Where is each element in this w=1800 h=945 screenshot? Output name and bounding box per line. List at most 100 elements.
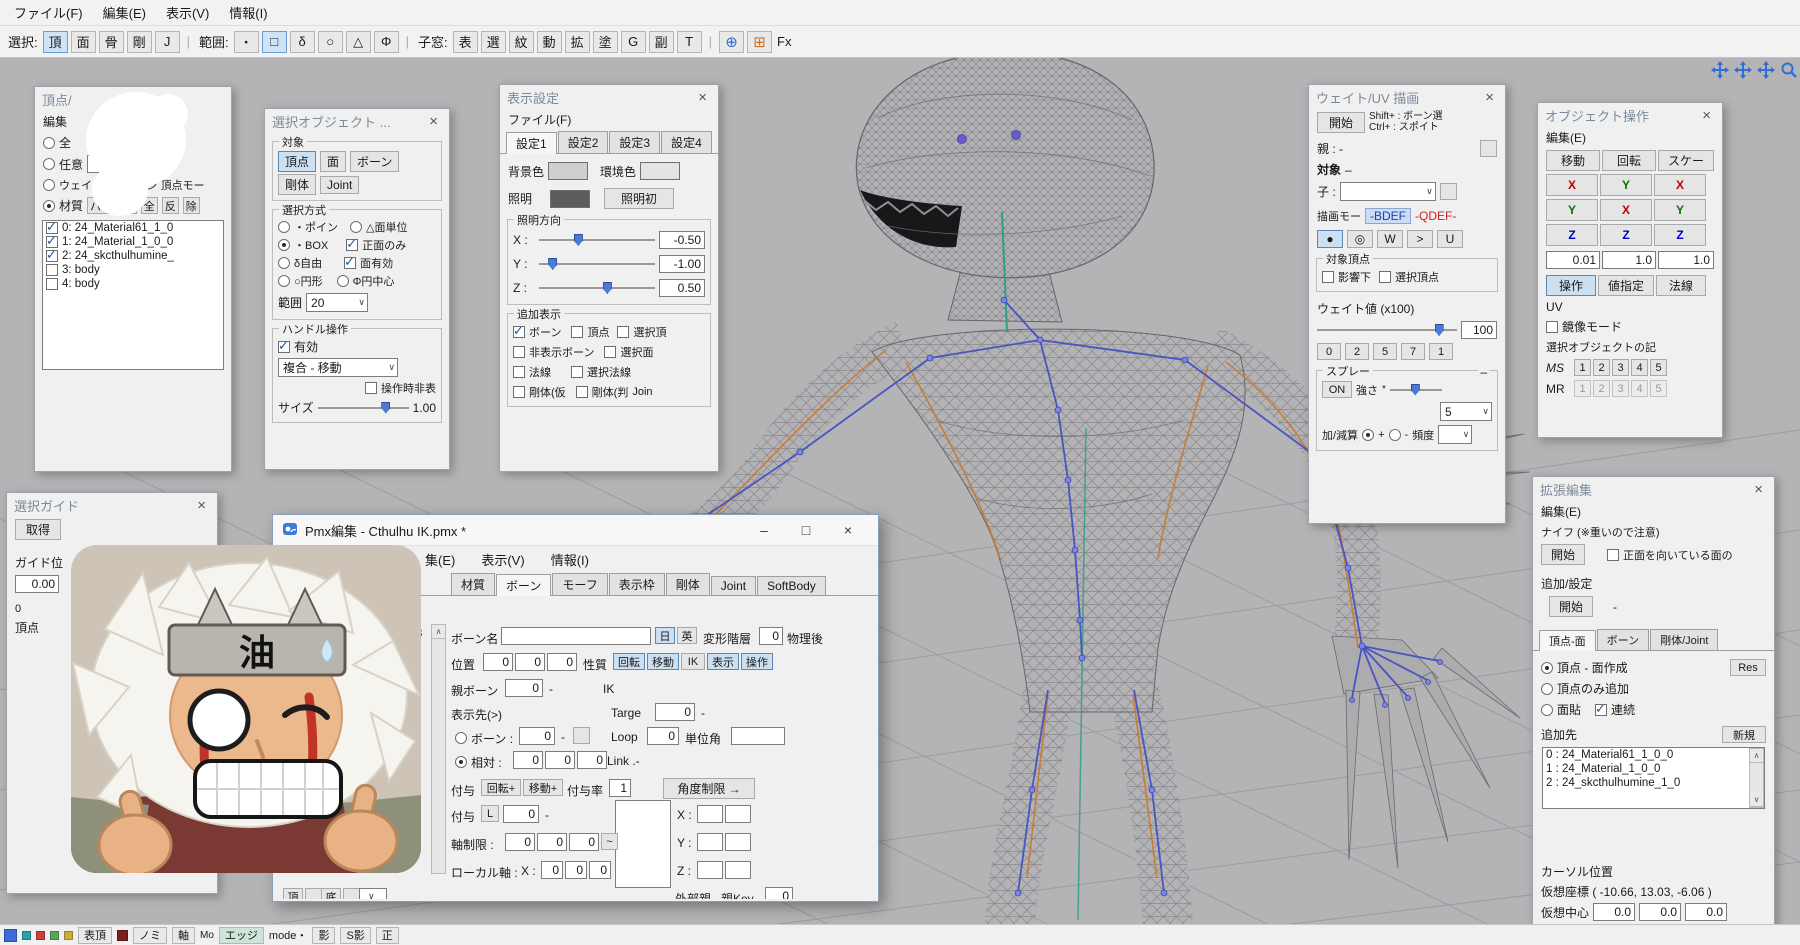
l-button[interactable]: L [481, 805, 499, 822]
freq-combo[interactable]: ∨ [1438, 425, 1472, 444]
light-color-swatch[interactable] [550, 190, 590, 208]
tab-rigid[interactable]: 剛体 [666, 573, 710, 595]
status-axis-button[interactable]: 軸 [172, 927, 195, 944]
select-face-button[interactable]: 面 [71, 31, 96, 53]
mr-3-button[interactable]: 3 [1612, 380, 1629, 397]
target-face-button[interactable]: 面 [320, 151, 346, 172]
display-bone-radio[interactable] [455, 732, 467, 744]
preset-100-button[interactable]: 1 [1429, 343, 1453, 360]
close-icon[interactable]: × [425, 113, 442, 130]
face-paste-radio[interactable] [1541, 704, 1553, 716]
tab-morph[interactable]: モーフ [552, 573, 607, 595]
tab-settings2[interactable]: 設定2 [558, 131, 609, 153]
fx-label[interactable]: Fx [777, 34, 791, 49]
spray-on-button[interactable]: ON [1322, 381, 1352, 398]
bg-color-swatch[interactable] [548, 162, 588, 180]
ik-z-high-field[interactable] [725, 861, 751, 879]
brush-point-button[interactable]: ● [1317, 230, 1343, 248]
target-rigid-button[interactable]: 剛体 [278, 174, 316, 195]
range-free-button[interactable]: δ [290, 31, 315, 53]
continuous-checkbox[interactable] [1595, 704, 1607, 716]
ms-5-button[interactable]: 5 [1650, 359, 1667, 376]
pmx-menu-info[interactable]: 情報(I) [551, 550, 589, 569]
maximize-button[interactable]: □ [785, 515, 827, 545]
select-joint-button[interactable]: J [155, 31, 180, 53]
pan-icon[interactable] [1710, 60, 1730, 80]
influence-checkbox[interactable] [1322, 271, 1334, 283]
select-vertex-button[interactable]: 頂 [43, 31, 68, 53]
sub-radio[interactable] [1389, 429, 1401, 441]
close-icon[interactable]: × [1698, 107, 1715, 124]
rotate-button[interactable]: 回転 [1602, 150, 1656, 171]
size-slider[interactable] [318, 401, 409, 415]
subwin-extend-button[interactable]: 拡 [565, 31, 590, 53]
light-z-value[interactable]: 0.50 [659, 279, 705, 297]
status-front-button[interactable]: 正 [376, 927, 399, 944]
move-button[interactable]: 移動 [1546, 150, 1600, 171]
list-item[interactable]: 0 : 24_Material61_1_0_0 [1543, 748, 1764, 762]
tab-rigid-joint[interactable]: 剛体/Joint [1650, 629, 1718, 650]
parent-key-field[interactable]: 0 [765, 887, 793, 899]
front-only-checkbox[interactable] [346, 239, 358, 251]
menu-info[interactable]: 情報(I) [219, 0, 277, 25]
qdef-chip[interactable]: -QDEF- [1415, 209, 1456, 223]
rotate-x-button[interactable]: X [1600, 199, 1652, 221]
tab-frame[interactable]: 表示枠 [609, 573, 665, 595]
sel-normal-checkbox[interactable] [571, 366, 583, 378]
add-start-button[interactable]: 開始 [1549, 596, 1593, 617]
tab-joint[interactable]: Joint [711, 576, 756, 595]
preset-25-button[interactable]: 2 [1345, 343, 1369, 360]
scale-y-button[interactable]: Y [1654, 199, 1706, 221]
grant-move-button[interactable]: 移動+ [523, 779, 563, 796]
close-icon[interactable]: × [1750, 481, 1767, 498]
light-init-button[interactable]: 照明初 [604, 188, 674, 209]
slider-thumb[interactable] [381, 402, 390, 414]
angle-limit-button[interactable]: 角度制限 → [663, 778, 755, 799]
slider-thumb[interactable] [603, 282, 612, 294]
guide-pos-field[interactable]: 0.00 [15, 575, 59, 593]
free-radio[interactable] [278, 257, 290, 269]
mr-2-button[interactable]: 2 [1593, 380, 1610, 397]
status-shadow-button[interactable]: 影 [312, 927, 335, 944]
tilde-button[interactable]: ~ [601, 833, 618, 850]
list-item[interactable]: 0: 24_Material61_1_0 [43, 221, 223, 235]
panel-title[interactable]: 表示設定× [500, 85, 718, 109]
rigid2-checkbox[interactable] [576, 386, 588, 398]
weight-slider[interactable] [1317, 323, 1457, 337]
child-pick-button[interactable] [1440, 183, 1457, 200]
down-button[interactable] [343, 888, 360, 899]
range-phi-button[interactable]: Φ [374, 31, 399, 53]
axis-y-field[interactable]: 0 [537, 833, 567, 851]
prop-ik-button[interactable]: IK [681, 653, 705, 670]
tab-bone[interactable]: ボーン [496, 574, 551, 596]
light-y-slider[interactable] [539, 257, 655, 271]
grant-rate-field[interactable]: 1 [609, 779, 631, 797]
panel-title[interactable]: ウェイト/UV 描画× [1309, 85, 1505, 109]
list-item[interactable]: 2 : 24_skcthulhumine_1_0 [1543, 776, 1764, 790]
subwin-motion-button[interactable]: 動 [537, 31, 562, 53]
sel-face-checkbox[interactable] [604, 346, 616, 358]
relative-z-field[interactable]: 0 [577, 751, 607, 769]
slider-thumb[interactable] [574, 234, 583, 246]
unit-angle-field[interactable] [731, 727, 785, 745]
ik-y-low-field[interactable] [697, 833, 723, 851]
menu-edit[interactable]: 編集(E) [93, 0, 156, 25]
center-z-field[interactable]: 0.0 [1685, 903, 1727, 921]
ik-x-high-field[interactable] [725, 805, 751, 823]
deform-field[interactable]: 0 [759, 627, 783, 645]
vertex-menu-edit[interactable]: 編集 [43, 113, 67, 130]
add-radio[interactable] [1362, 429, 1374, 441]
item-checkbox[interactable] [46, 278, 58, 290]
brush-u-button[interactable]: U [1437, 230, 1463, 248]
range-box-button[interactable]: □ [262, 31, 287, 53]
weight-value-field[interactable]: 100 [1461, 321, 1497, 339]
ms-2-button[interactable]: 2 [1593, 359, 1610, 376]
selected-checkbox[interactable] [1379, 271, 1391, 283]
grant-rotate-button[interactable]: 回転+ [481, 779, 521, 796]
box-radio[interactable] [278, 239, 290, 251]
display-bone-pick-button[interactable] [573, 727, 590, 744]
status-show-vertex-button[interactable]: 表頂 [78, 927, 112, 944]
tab-bone[interactable]: ボーン [1597, 629, 1649, 650]
panel-title[interactable]: 選択ガイド× [7, 493, 217, 517]
order-combo[interactable]: ∨ [359, 888, 387, 899]
